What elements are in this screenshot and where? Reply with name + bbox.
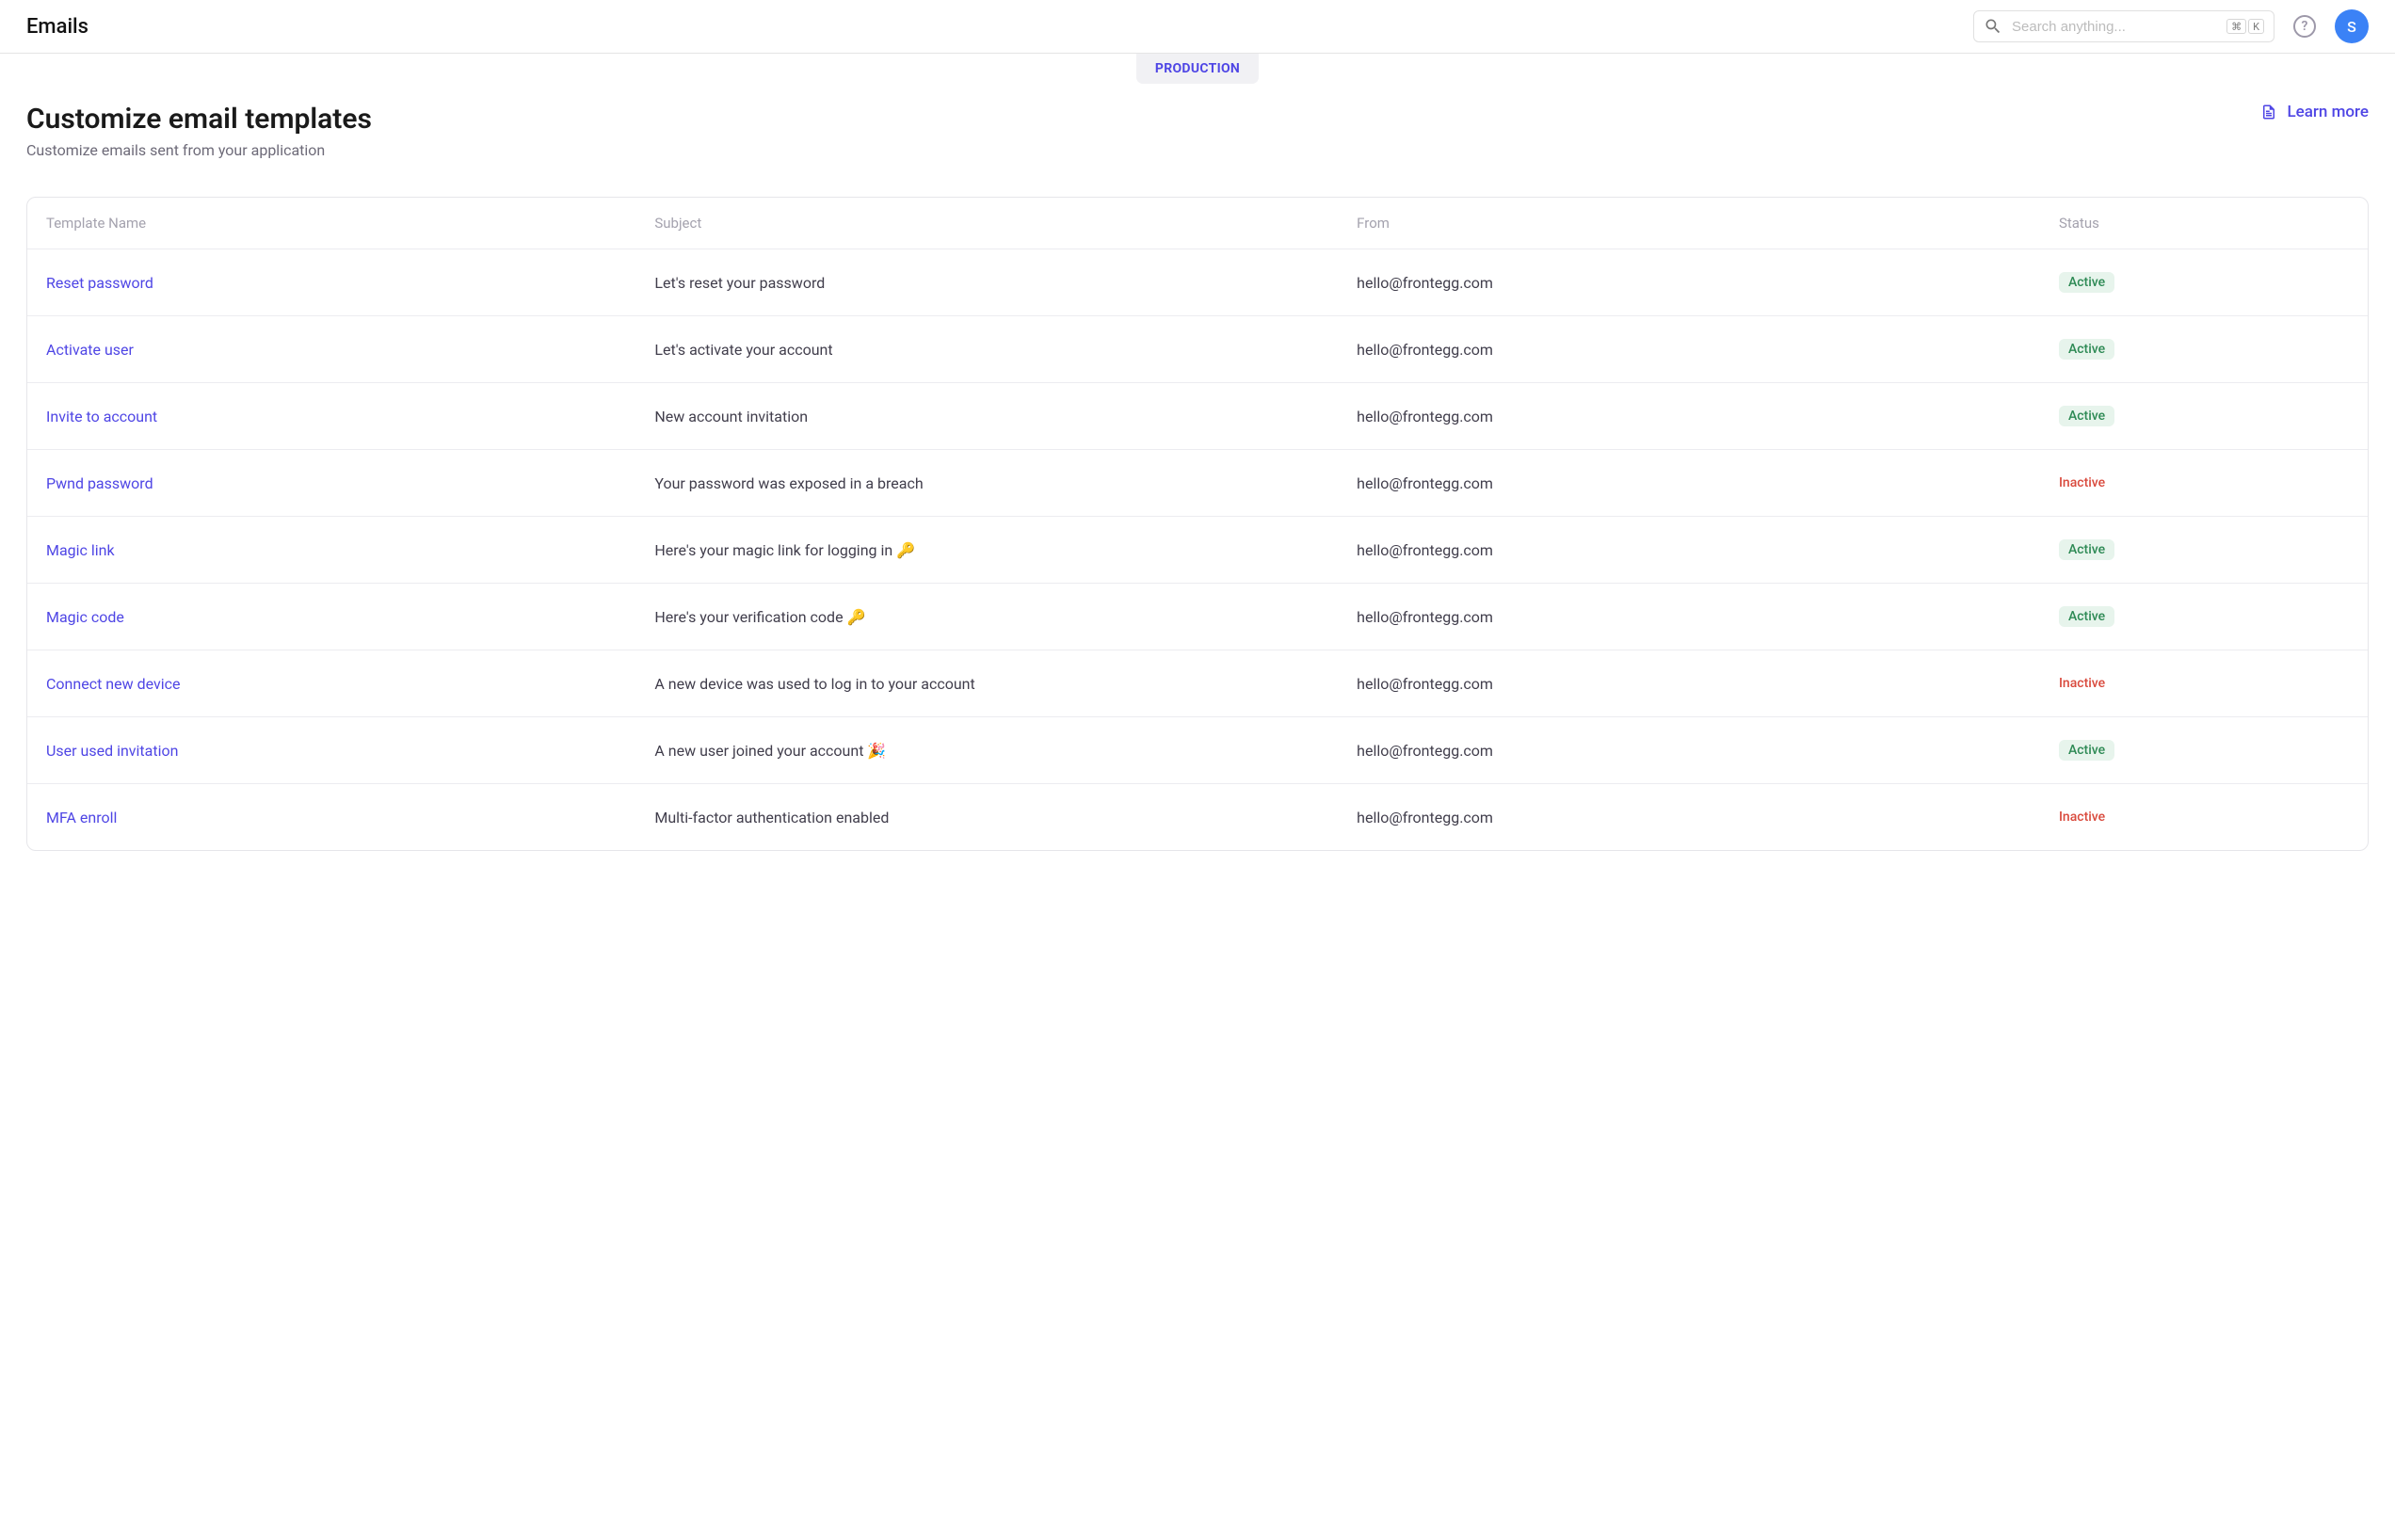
learn-more-label: Learn more	[2287, 103, 2369, 121]
table-row[interactable]: Magic code Here's your verification code …	[27, 584, 2368, 650]
template-from: hello@frontegg.com	[1338, 784, 2040, 851]
env-badge-row: PRODUCTION	[26, 54, 2369, 84]
template-subject: Here's your magic link for logging in 🔑	[635, 517, 1338, 584]
table-row[interactable]: Activate user Let's activate your account…	[27, 316, 2368, 383]
templates-table-wrap: Template Name Subject From Status Reset …	[26, 197, 2369, 851]
kbd-cmd: ⌘	[2226, 19, 2246, 34]
page-subtitle: Customize emails sent from your applicat…	[26, 141, 2369, 159]
table-row[interactable]: Pwnd password Your password was exposed i…	[27, 450, 2368, 517]
template-name-link[interactable]: MFA enroll	[46, 809, 117, 826]
template-name-link[interactable]: Invite to account	[46, 408, 157, 425]
status-badge: Active	[2059, 606, 2114, 627]
status-badge: Active	[2059, 740, 2114, 761]
template-subject: Let's reset your password	[635, 249, 1338, 316]
template-from: hello@frontegg.com	[1338, 517, 2040, 584]
template-name-link[interactable]: Pwnd password	[46, 474, 153, 492]
help-button[interactable]: ?	[2293, 15, 2316, 38]
table-row[interactable]: Connect new device A new device was used …	[27, 650, 2368, 717]
learn-more-link[interactable]: Learn more	[2260, 103, 2369, 121]
template-subject: Multi-factor authentication enabled	[635, 784, 1338, 851]
template-from: hello@frontegg.com	[1338, 450, 2040, 517]
template-name-link[interactable]: Activate user	[46, 341, 134, 359]
template-name-link[interactable]: Connect new device	[46, 675, 181, 693]
search-box[interactable]: ⌘ K	[1973, 10, 2274, 42]
template-name-link[interactable]: Magic link	[46, 541, 115, 559]
template-name-link[interactable]: Magic code	[46, 608, 124, 626]
status-badge: Inactive	[2059, 807, 2114, 827]
search-icon	[1984, 17, 2002, 36]
search-input[interactable]	[2012, 19, 2226, 35]
template-from: hello@frontegg.com	[1338, 650, 2040, 717]
status-badge: Active	[2059, 539, 2114, 560]
col-header-status: Status	[2040, 198, 2368, 249]
page-section-title: Emails	[26, 15, 88, 39]
template-from: hello@frontegg.com	[1338, 249, 2040, 316]
content: PRODUCTION Customize email templates Lea…	[0, 54, 2395, 877]
template-from: hello@frontegg.com	[1338, 316, 2040, 383]
table-row[interactable]: Invite to account New account invitationh…	[27, 383, 2368, 450]
table-row[interactable]: MFA enroll Multi-factor authentication en…	[27, 784, 2368, 851]
templates-table: Template Name Subject From Status Reset …	[27, 198, 2368, 850]
status-badge: Inactive	[2059, 673, 2114, 694]
table-row[interactable]: User used invitation A new user joined yo…	[27, 717, 2368, 784]
top-header: Emails ⌘ K ? S	[0, 0, 2395, 54]
status-badge: Inactive	[2059, 473, 2114, 493]
kbd-k: K	[2248, 19, 2264, 34]
template-subject: Here's your verification code 🔑	[635, 584, 1338, 650]
environment-badge: PRODUCTION	[1136, 54, 1259, 84]
col-header-from: From	[1338, 198, 2040, 249]
template-from: hello@frontegg.com	[1338, 717, 2040, 784]
template-from: hello@frontegg.com	[1338, 383, 2040, 450]
template-from: hello@frontegg.com	[1338, 584, 2040, 650]
template-name-link[interactable]: Reset password	[46, 274, 153, 292]
search-shortcut: ⌘ K	[2226, 19, 2264, 34]
template-subject: Your password was exposed in a breach	[635, 450, 1338, 517]
document-icon	[2260, 104, 2277, 120]
template-subject: A new device was used to log in to your …	[635, 650, 1338, 717]
status-badge: Active	[2059, 272, 2114, 293]
avatar[interactable]: S	[2335, 9, 2369, 43]
status-badge: Active	[2059, 339, 2114, 360]
template-subject: A new user joined your account 🎉	[635, 717, 1338, 784]
page-title-row: Customize email templates Learn more	[26, 103, 2369, 136]
table-row[interactable]: Reset password Let's reset your passwordh…	[27, 249, 2368, 316]
col-header-subject: Subject	[635, 198, 1338, 249]
template-subject: New account invitation	[635, 383, 1338, 450]
header-right: ⌘ K ? S	[1973, 9, 2369, 43]
template-name-link[interactable]: User used invitation	[46, 742, 178, 760]
page-title: Customize email templates	[26, 103, 372, 136]
status-badge: Active	[2059, 406, 2114, 426]
col-header-name: Template Name	[27, 198, 635, 249]
table-row[interactable]: Magic link Here's your magic link for log…	[27, 517, 2368, 584]
template-subject: Let's activate your account	[635, 316, 1338, 383]
